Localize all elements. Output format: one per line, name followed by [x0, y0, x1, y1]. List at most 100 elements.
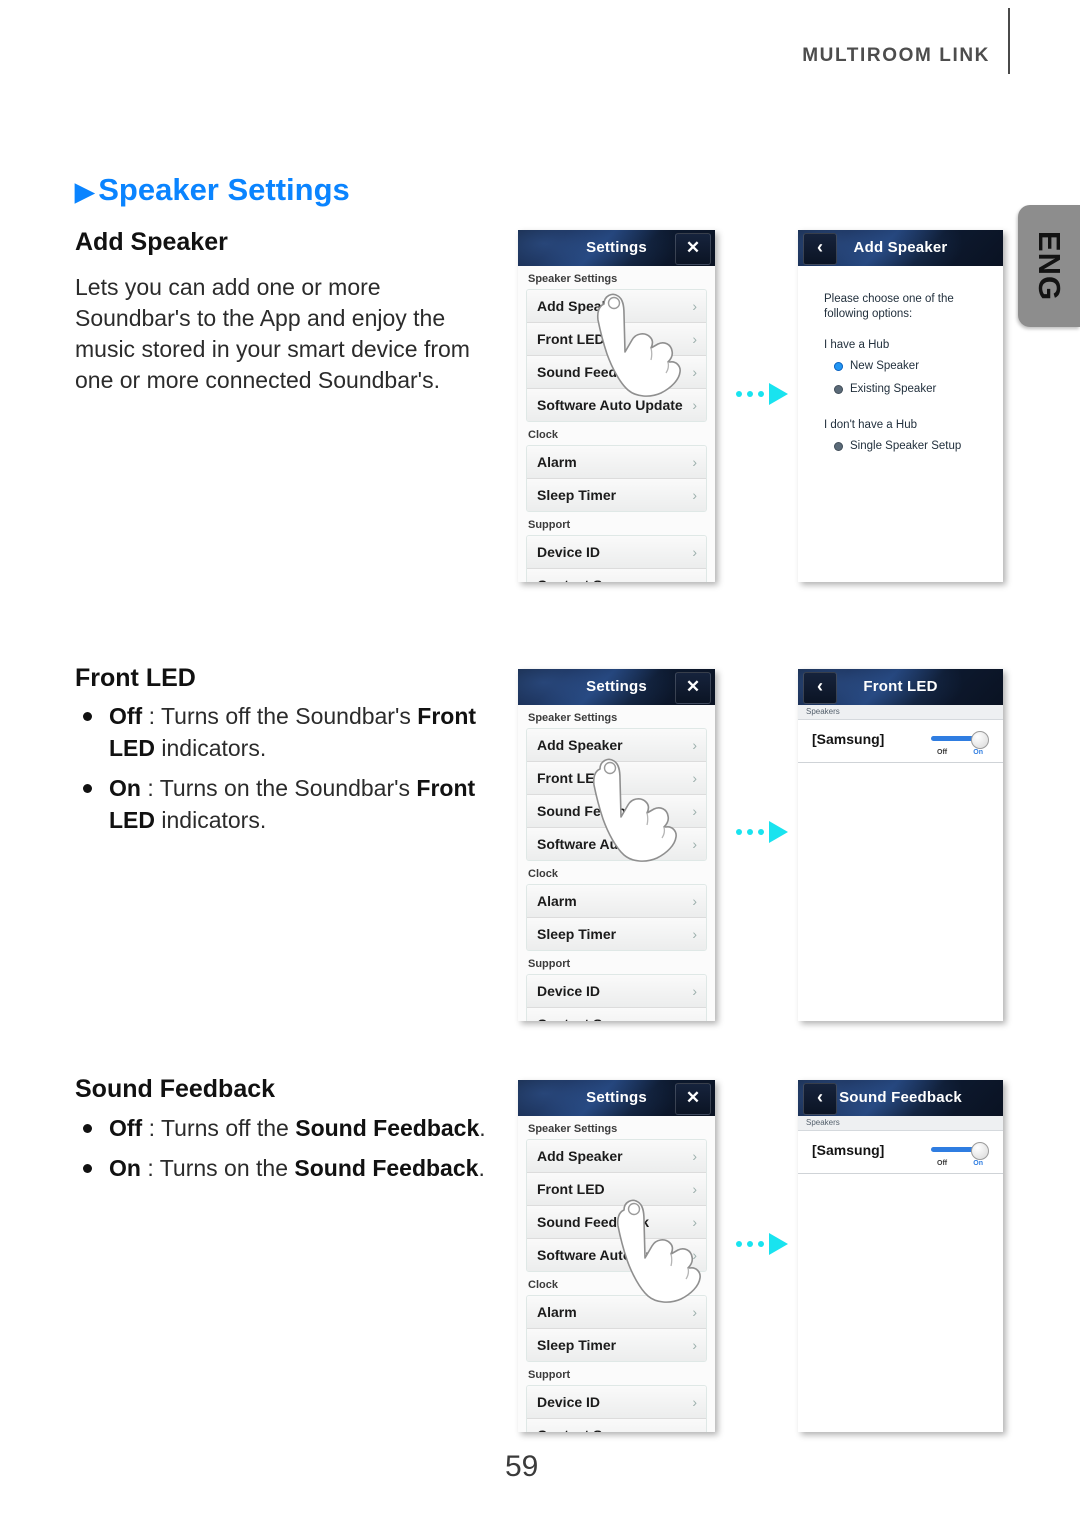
flow-arrow [736, 820, 792, 846]
list-item-device-id[interactable]: Device ID › [527, 1386, 706, 1419]
paragraph-add-speaker: Lets you can add one or more Soundbar's … [75, 274, 470, 393]
bullet-separator: : [142, 1115, 161, 1141]
sound-feedback-toggle[interactable]: Off On [931, 1142, 989, 1167]
close-icon[interactable]: ✕ [675, 1083, 711, 1115]
group-label-clock: Clock [518, 422, 715, 445]
list-item-add-speaker[interactable]: Add Speaker › [527, 290, 706, 323]
chevron-right-icon: › [692, 1394, 697, 1410]
bullet-term: Off [109, 703, 143, 729]
list-item-label: Sleep Timer [537, 487, 617, 503]
chevron-right-icon: › [692, 569, 697, 582]
triangle-right-icon: ▶ [75, 178, 95, 206]
list-item-contact-samsung[interactable]: Contact Samsung › [527, 1419, 706, 1432]
list-item-label: Front LED [537, 331, 605, 347]
screenshot-front-led: ‹ Front LED Speakers [Samsung] Off On [798, 669, 1003, 1021]
language-tab-label: ENG [1032, 230, 1067, 302]
group-label-support: Support [518, 1362, 715, 1385]
arrow-head-icon [769, 821, 788, 843]
speaker-row: [Samsung] Off On [798, 1131, 1003, 1174]
chevron-right-icon: › [692, 1337, 697, 1353]
close-icon[interactable]: ✕ [675, 672, 711, 704]
list-item-sleep-timer[interactable]: Sleep Timer › [527, 1329, 706, 1361]
group-speaker-settings: Add Speaker › Front LED › Sound Feedbac › S… [526, 289, 707, 422]
list-item-contact-samsung[interactable]: Contact Samsung › [527, 569, 706, 582]
list-item-front-led[interactable]: Front LED › [527, 762, 706, 795]
back-icon[interactable]: ‹ [803, 233, 837, 265]
list-item-add-speaker[interactable]: Add Speaker › [527, 729, 706, 762]
group-clock: Alarm › Sleep Timer › [526, 445, 707, 512]
chevron-right-icon: › [692, 1148, 697, 1164]
header-divider-rule [1008, 8, 1010, 74]
chevron-right-icon: › [692, 770, 697, 786]
chevron-right-icon: › [692, 983, 697, 999]
radio-option-existing-speaker[interactable]: Existing Speaker [834, 382, 979, 396]
list-item-front-led[interactable]: Front LED › [527, 323, 706, 356]
radio-option-new-speaker[interactable]: New Speaker [834, 359, 979, 373]
list-item-label: Device ID [537, 983, 601, 999]
radio-icon [834, 442, 843, 451]
bullet-list-sound-feedback: Off : Turns off the Sound Feedback. On :… [75, 1112, 545, 1192]
arrow-dot [747, 391, 753, 397]
list-item-add-speaker[interactable]: Add Speaker › [527, 1140, 706, 1173]
list-item-sound-feedback[interactable]: Sound Feedback › [527, 1206, 706, 1239]
chevron-right-icon: › [692, 836, 697, 852]
settings-list: Speaker Settings Add Speaker › Front LED ›… [518, 705, 715, 1021]
bullet-separator: : [140, 775, 160, 801]
group-support: Device ID › Contact Samsung › [526, 1385, 707, 1432]
list-item-contact-samsung[interactable]: Contact Samsung › [527, 1008, 706, 1021]
sub-heading-sound-feedback: Sound Feedback [75, 1075, 276, 1103]
list-item-device-id[interactable]: Device ID › [527, 975, 706, 1008]
back-icon[interactable]: ‹ [803, 672, 837, 704]
list-item-sound-feedback[interactable]: Sound Feedba › [527, 795, 706, 828]
list-item-alarm[interactable]: Alarm › [527, 1296, 706, 1329]
toggle-label-on: On [973, 749, 983, 756]
list-item-label: Alarm [537, 1304, 577, 1320]
list-item-software-auto-update[interactable]: Software Auto Upda › [527, 1239, 706, 1271]
chevron-right-icon: › [692, 454, 697, 470]
list-item-label: Sound Feedbac [537, 364, 642, 380]
titlebar: Settings ✕ [518, 1080, 715, 1116]
chevron-right-icon: › [692, 1214, 697, 1230]
toggle-label-off: Off [937, 1160, 948, 1167]
front-led-toggle[interactable]: Off On [931, 731, 989, 756]
toggle-knob[interactable] [971, 1142, 989, 1160]
list-item-label: Add Speaker [537, 1148, 623, 1164]
list-item-sleep-timer[interactable]: Sleep Timer › [527, 918, 706, 950]
group-label-clock: Clock [518, 861, 715, 884]
chevron-right-icon: › [692, 487, 697, 503]
bullet-text: Turns off the Soundbar's [160, 703, 418, 729]
list-item-label: Alarm [537, 893, 577, 909]
list-item-software-auto-update[interactable]: Software Auto U › [527, 828, 706, 860]
bullet-term: On [109, 775, 141, 801]
settings-list: Speaker Settings Add Speaker › Front LED ›… [518, 1116, 715, 1432]
option-group-label-no-hub: I don't have a Hub [824, 419, 917, 431]
bullet-text-tail: . [479, 1115, 486, 1141]
toggle-knob[interactable] [971, 731, 989, 749]
arrow-dot [758, 391, 764, 397]
arrow-dot [758, 1241, 764, 1247]
list-item-alarm[interactable]: Alarm › [527, 446, 706, 479]
bullet-term: On [109, 1155, 141, 1181]
list-item-alarm[interactable]: Alarm › [527, 885, 706, 918]
close-icon[interactable]: ✕ [675, 233, 711, 265]
screenshot-sound-feedback: ‹ Sound Feedback Speakers [Samsung] Off … [798, 1080, 1003, 1432]
back-icon[interactable]: ‹ [803, 1083, 837, 1115]
list-item-device-id[interactable]: Device ID › [527, 536, 706, 569]
titlebar: Settings ✕ [518, 669, 715, 705]
bullet-text: Turns on the Soundbar's [159, 775, 417, 801]
radio-option-single-speaker-setup[interactable]: Single Speaker Setup [834, 439, 979, 453]
instruction-text: Please choose one of the following optio… [824, 293, 954, 320]
list-item-label: Alarm [537, 454, 577, 470]
chevron-right-icon: › [692, 1008, 697, 1021]
group-speaker-settings: Add Speaker › Front LED › Sound Feedba › So… [526, 728, 707, 861]
list-item-sound-feedback[interactable]: Sound Feedbac › [527, 356, 706, 389]
group-label-support: Support [518, 512, 715, 535]
section-label-speakers: Speakers [798, 1116, 1003, 1131]
list-item-sleep-timer[interactable]: Sleep Timer › [527, 479, 706, 511]
arrow-dot [747, 829, 753, 835]
list-item-software-auto-update[interactable]: Software Auto Update › [527, 389, 706, 421]
chevron-right-icon: › [692, 397, 697, 413]
language-tab-eng: ENG [1018, 205, 1080, 327]
list-item-front-led[interactable]: Front LED › [527, 1173, 706, 1206]
bullet-text-tail: indicators. [155, 735, 267, 761]
